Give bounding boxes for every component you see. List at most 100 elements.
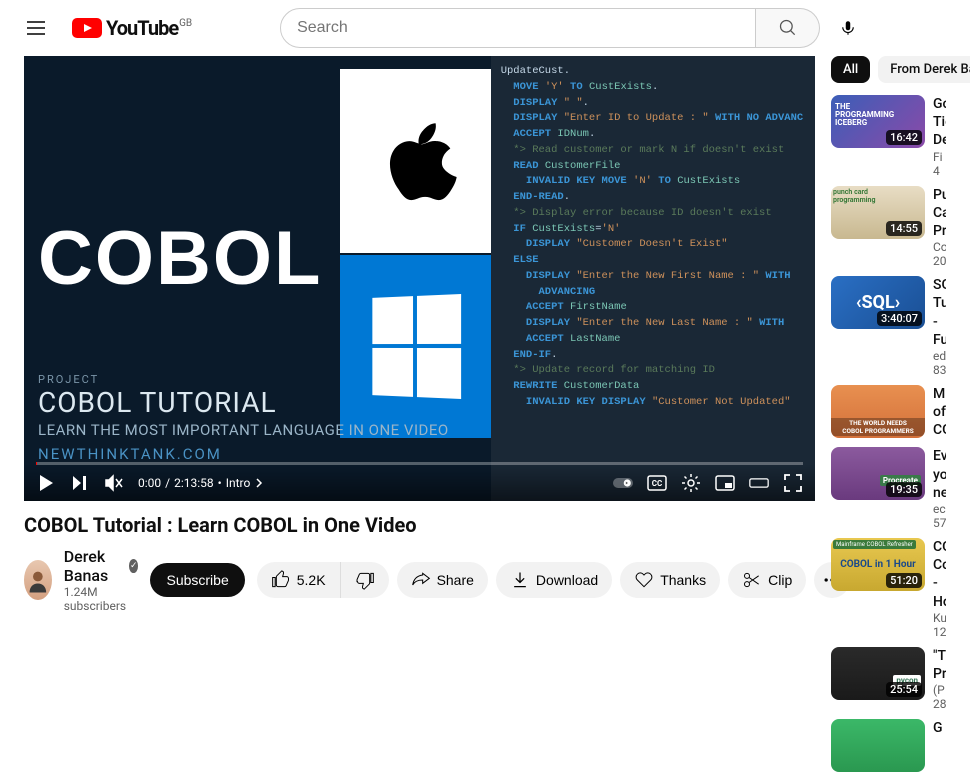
- download-icon: [510, 570, 530, 590]
- overlay-url: NEWTHINKTANK.COM: [38, 445, 815, 463]
- rec-info: Millions of COBOL: [933, 385, 946, 440]
- chip-all[interactable]: All: [831, 56, 870, 83]
- video-player[interactable]: COBOL UpdateCust. MOVE 'Y' TO CustExists…: [24, 56, 815, 501]
- duration-badge: 25:54: [886, 682, 922, 697]
- avatar-icon: [24, 560, 52, 600]
- filter-chips: All From Derek Banas: [831, 56, 946, 83]
- recommendation-item[interactable]: Mainframe COBOL RefresherCOBOL in 1 Hour…: [831, 538, 946, 639]
- recommendation-item[interactable]: THE WORLD NEEDSCOBOL PROGRAMMERS Millions…: [831, 385, 946, 440]
- rec-title: God-Tier Developer: [933, 95, 946, 150]
- search-wrap: [254, 8, 894, 48]
- rec-thumbnail: THE WORLD NEEDSCOBOL PROGRAMMERS: [831, 385, 925, 438]
- next-button[interactable]: [70, 473, 90, 493]
- rec-thumbnail: Mainframe COBOL RefresherCOBOL in 1 Hour…: [831, 538, 925, 591]
- duration-badge: 16:42: [886, 130, 922, 145]
- fullscreen-icon: [783, 473, 803, 493]
- channel-name[interactable]: Derek Banas ✓: [64, 547, 139, 585]
- miniplayer-button[interactable]: [715, 473, 735, 493]
- thumb-down-icon: [355, 570, 375, 590]
- main-content: COBOL UpdateCust. MOVE 'Y' TO CustExists…: [0, 56, 970, 780]
- duration-badge: 14:55: [886, 221, 922, 236]
- search-input[interactable]: [280, 8, 756, 48]
- play-button[interactable]: [36, 473, 56, 493]
- rec-channel: ec: [933, 502, 946, 516]
- channel-info: Derek Banas ✓ 1.24M subscribers Subscrib…: [24, 547, 245, 613]
- rec-channel: ed: [933, 349, 946, 363]
- microphone-icon: [839, 19, 857, 37]
- chapter-label[interactable]: Intro: [226, 476, 251, 490]
- thanks-button[interactable]: Thanks: [620, 562, 720, 598]
- fullscreen-button[interactable]: [783, 473, 803, 493]
- rec-views: 28: [933, 697, 946, 711]
- youtube-logo[interactable]: YouTube GB: [72, 16, 178, 40]
- rec-views: 57: [933, 516, 946, 530]
- rec-title: Punched Card Programming: [933, 186, 946, 241]
- subscribe-button[interactable]: Subscribe: [150, 563, 244, 597]
- share-button[interactable]: Share: [397, 562, 488, 598]
- thumbnail-overlay: PROJECT COBOL TUTORIAL LEARN THE MOST IM…: [38, 373, 815, 463]
- logo-text: YouTube: [106, 16, 178, 40]
- recommendation-item[interactable]: ‹SQL›3:40:07SQL Tutorial - Fulled83: [831, 276, 946, 377]
- player-controls: 0:00 / 2:13:58 • Intro CC: [24, 465, 815, 501]
- clip-button[interactable]: Clip: [728, 562, 806, 598]
- rec-title: "The Programming": [933, 647, 946, 683]
- verified-icon: ✓: [129, 559, 139, 573]
- rec-views: 83: [933, 363, 946, 377]
- mute-button[interactable]: [104, 473, 124, 493]
- rec-channel: (P: [933, 683, 946, 697]
- captions-button[interactable]: CC: [647, 473, 667, 493]
- settings-button[interactable]: [681, 473, 701, 493]
- gear-icon: [681, 473, 701, 493]
- scissors-icon: [742, 570, 762, 590]
- rec-info: G: [933, 719, 943, 772]
- rec-views: 4: [933, 164, 946, 178]
- recommendation-item[interactable]: THEPROGRAMMINGICEBERG16:42God-Tier Devel…: [831, 95, 946, 178]
- rec-title: SQL Tutorial - Full: [933, 276, 946, 349]
- miniplayer-icon: [715, 475, 735, 491]
- overlay-subtitle: LEARN THE MOST IMPORTANT LANGUAGE IN ONE…: [38, 421, 815, 439]
- recommendation-item[interactable]: pycon25:54"The Programming"(P28: [831, 647, 946, 711]
- cc-icon: CC: [647, 475, 667, 491]
- recommendation-item[interactable]: Procreate19:35 Everything you needec57: [831, 447, 946, 530]
- hamburger-menu[interactable]: [16, 8, 56, 48]
- next-icon: [70, 473, 90, 493]
- recommendation-item[interactable]: punch cardprogramming14:55 Punched Card P…: [831, 186, 946, 269]
- rec-info: Punched Card ProgrammingCo20: [933, 186, 946, 269]
- rec-thumbnail: punch cardprogramming14:55: [831, 186, 925, 239]
- youtube-icon: [72, 18, 102, 38]
- chip-from-channel[interactable]: From Derek Banas: [878, 56, 970, 83]
- apple-icon: [363, 97, 468, 225]
- recommendation-item[interactable]: G: [831, 719, 946, 772]
- like-button[interactable]: 5.2K: [257, 562, 341, 598]
- rec-thumbnail: [831, 719, 925, 772]
- overlay-title: COBOL TUTORIAL: [38, 386, 815, 419]
- rec-title: Millions of COBOL: [933, 385, 946, 440]
- voice-search-button[interactable]: [828, 8, 868, 48]
- video-title: COBOL Tutorial : Learn COBOL in One Vide…: [24, 513, 815, 537]
- header: YouTube GB: [0, 0, 970, 56]
- search-button[interactable]: [756, 8, 820, 48]
- rec-channel: Fi: [933, 150, 946, 164]
- autoplay-toggle[interactable]: [613, 473, 633, 493]
- theater-button[interactable]: [749, 473, 769, 493]
- subscriber-count: 1.24M subscribers: [64, 585, 139, 613]
- rec-thumbnail: Procreate19:35: [831, 447, 925, 500]
- rec-info: COBOL Course - HowKu12: [933, 538, 946, 639]
- search-icon: [778, 18, 798, 38]
- dislike-button[interactable]: [341, 562, 389, 598]
- volume-muted-icon: [104, 473, 124, 493]
- channel-avatar[interactable]: [24, 560, 52, 600]
- recommendations-sidebar: All From Derek Banas THEPROGRAMMINGICEBE…: [831, 56, 946, 780]
- heart-icon: [634, 570, 654, 590]
- rec-channel: Co: [933, 240, 946, 254]
- rec-views: 12: [933, 625, 946, 639]
- primary-column: COBOL UpdateCust. MOVE 'Y' TO CustExists…: [24, 56, 815, 780]
- download-button[interactable]: Download: [496, 562, 612, 598]
- rec-info: Everything you needec57: [933, 447, 946, 530]
- play-icon: [36, 473, 56, 493]
- svg-text:CC: CC: [652, 479, 662, 488]
- video-meta-row: Derek Banas ✓ 1.24M subscribers Subscrib…: [24, 547, 815, 613]
- apple-logo-box: [340, 69, 490, 252]
- time-display: 0:00 / 2:13:58 • Intro: [138, 476, 264, 490]
- video-actions: 5.2K Share Download Thanks: [257, 562, 850, 598]
